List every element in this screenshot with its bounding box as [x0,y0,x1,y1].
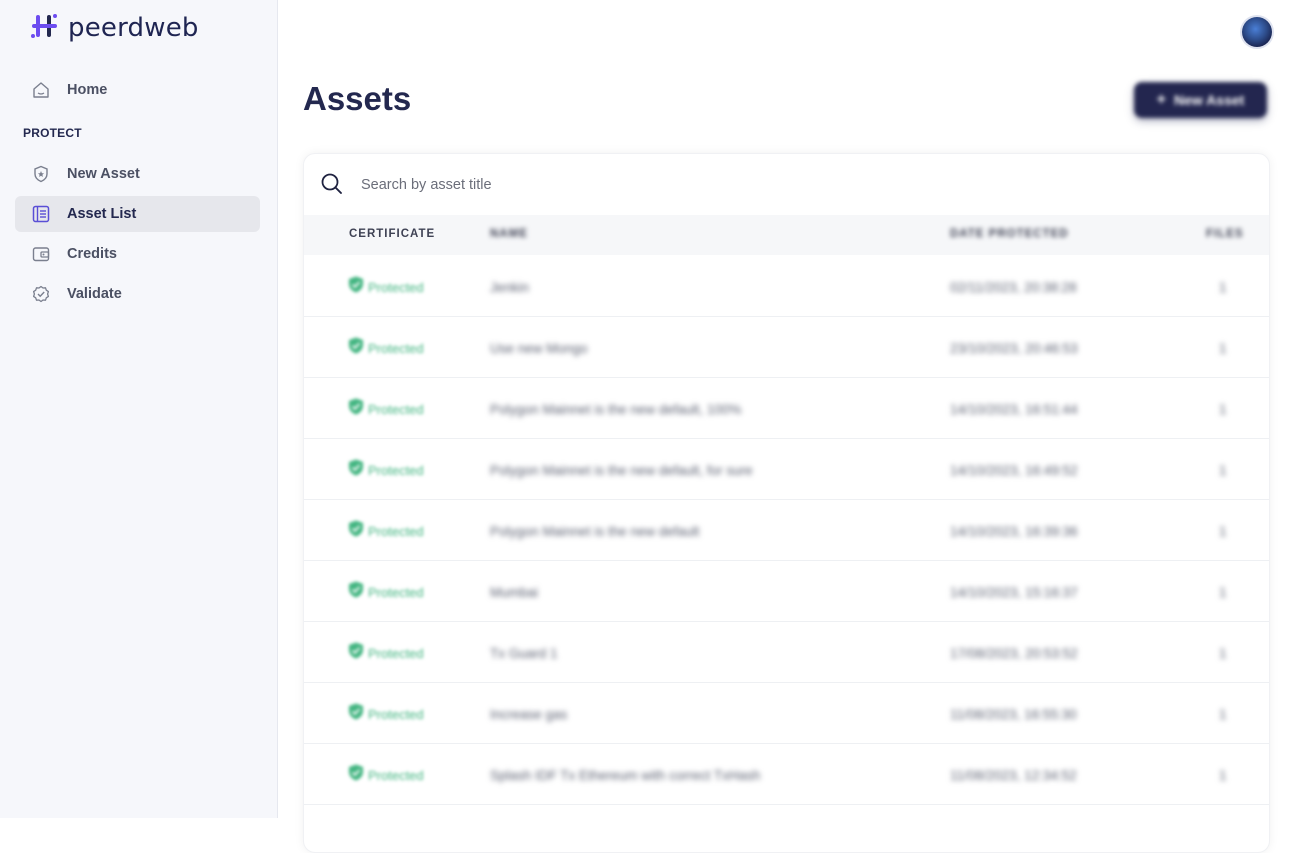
status-badge: Protected [348,581,424,603]
asset-name[interactable]: Polygon Mainnet is the new default [490,524,699,539]
date-protected: 23/10/2023, 20:46:53 [950,341,1078,356]
nav-credits[interactable]: Credits [15,236,260,272]
status-badge: Protected [348,276,424,298]
status-badge: Protected [348,703,424,725]
date-protected: 02/11/2023, 20:38:28 [950,280,1077,295]
date-protected: 14/10/2023, 16:39:36 [950,524,1078,539]
asset-name[interactable]: Tx Guard 1 [490,646,558,661]
nav-validate-label: Validate [67,286,122,302]
check-badge-icon [32,285,50,303]
search-input[interactable] [359,172,763,198]
table-row[interactable]: Protected Increase gas 11/08/2023, 16:55… [304,683,1269,744]
asset-name[interactable]: Splash IDF Tx Ethereum with correct TxHa… [490,768,760,783]
nav-validate[interactable]: Validate [15,276,260,312]
new-asset-button[interactable]: + New Asset [1134,82,1267,118]
table-row[interactable]: Protected Splash IDF Tx Ethereum with co… [304,744,1269,805]
table-row[interactable]: Protected Mumbai 14/10/2023, 15:16:37 1 [304,561,1269,622]
nav-home-label: Home [67,82,108,98]
shield-check-icon [348,520,364,542]
shield-check-icon [348,642,364,664]
table-row[interactable]: Protected Tx Guard 1 17/08/2023, 20:53:5… [304,622,1269,683]
plus-icon: + [1156,91,1167,108]
sidebar: peerdweb Home PROTECT New Asset Asset Li… [0,0,278,818]
status-badge: Protected [348,642,424,664]
shield-check-icon [348,398,364,420]
file-count: 1 [1219,463,1227,478]
date-protected: 11/08/2023, 12:34:52 [950,768,1077,783]
column-header-certificate[interactable]: CERTIFICATE [349,228,435,240]
nav-asset-list-label: Asset List [67,206,137,222]
shield-check-icon [348,703,364,725]
status-badge: Protected [348,398,424,420]
table-row[interactable]: Protected Polygon Mainnet is the new def… [304,439,1269,500]
asset-table-card: CERTIFICATE NAME DATE PROTECTED FILES Pr… [303,153,1270,853]
column-header-date[interactable]: DATE PROTECTED [950,228,1069,240]
file-count: 1 [1219,707,1227,722]
asset-name[interactable]: Polygon Mainnet is the new default, 100% [490,402,741,417]
search-icon [320,172,344,196]
home-icon [32,81,50,99]
nav-new-asset-label: New Asset [67,166,140,182]
user-avatar[interactable] [1242,17,1272,47]
status-badge: Protected [348,337,424,359]
asset-name[interactable]: Polygon Mainnet is the new default, for … [490,463,753,478]
list-icon [32,205,50,223]
column-header-files[interactable]: FILES [1206,228,1244,240]
column-header-name[interactable]: NAME [490,228,528,240]
status-badge: Protected [348,459,424,481]
shield-check-icon [348,276,364,298]
file-count: 1 [1219,402,1227,417]
logo-icon [30,12,60,45]
nav-asset-list[interactable]: Asset List [15,196,260,232]
search-bar [304,154,1269,214]
table-row[interactable]: Protected Polygon Mainnet is the new def… [304,500,1269,561]
table-row[interactable]: Protected Polygon Mainnet is the new def… [304,378,1269,439]
asset-name[interactable]: Mumbai [490,585,538,600]
date-protected: 17/08/2023, 20:53:52 [950,646,1078,661]
asset-name[interactable]: Jenkin [490,280,529,295]
asset-name[interactable]: Use new Mongo [490,341,588,356]
file-count: 1 [1219,768,1227,783]
date-protected: 14/10/2023, 15:16:37 [950,585,1078,600]
table-row[interactable]: Protected Jenkin 02/11/2023, 20:38:28 1 [304,256,1269,317]
nav-credits-label: Credits [67,246,117,262]
brand-name: peerdweb [68,13,199,43]
shield-icon [32,165,50,183]
status-badge: Protected [348,520,424,542]
date-protected: 14/10/2023, 16:49:52 [950,463,1078,478]
table-header: CERTIFICATE NAME DATE PROTECTED FILES [304,215,1269,255]
brand-logo[interactable]: peerdweb [30,12,199,44]
file-count: 1 [1219,524,1227,539]
table-row[interactable]: Protected Use new Mongo 23/10/2023, 20:4… [304,317,1269,378]
file-count: 1 [1219,646,1227,661]
file-count: 1 [1219,585,1227,600]
shield-check-icon [348,581,364,603]
shield-check-icon [348,337,364,359]
new-asset-button-label: New Asset [1174,92,1245,108]
date-protected: 11/08/2023, 16:55:30 [950,707,1077,722]
section-title-protect: PROTECT [23,126,82,140]
wallet-icon [32,245,50,263]
page-title: Assets [303,80,412,117]
date-protected: 14/10/2023, 16:51:44 [950,402,1078,417]
status-badge: Protected [348,764,424,786]
shield-check-icon [348,459,364,481]
nav-new-asset[interactable]: New Asset [15,156,260,192]
file-count: 1 [1219,341,1227,356]
nav-home[interactable]: Home [15,72,260,108]
asset-name[interactable]: Increase gas [490,707,567,722]
shield-check-icon [348,764,364,786]
file-count: 1 [1219,280,1227,295]
